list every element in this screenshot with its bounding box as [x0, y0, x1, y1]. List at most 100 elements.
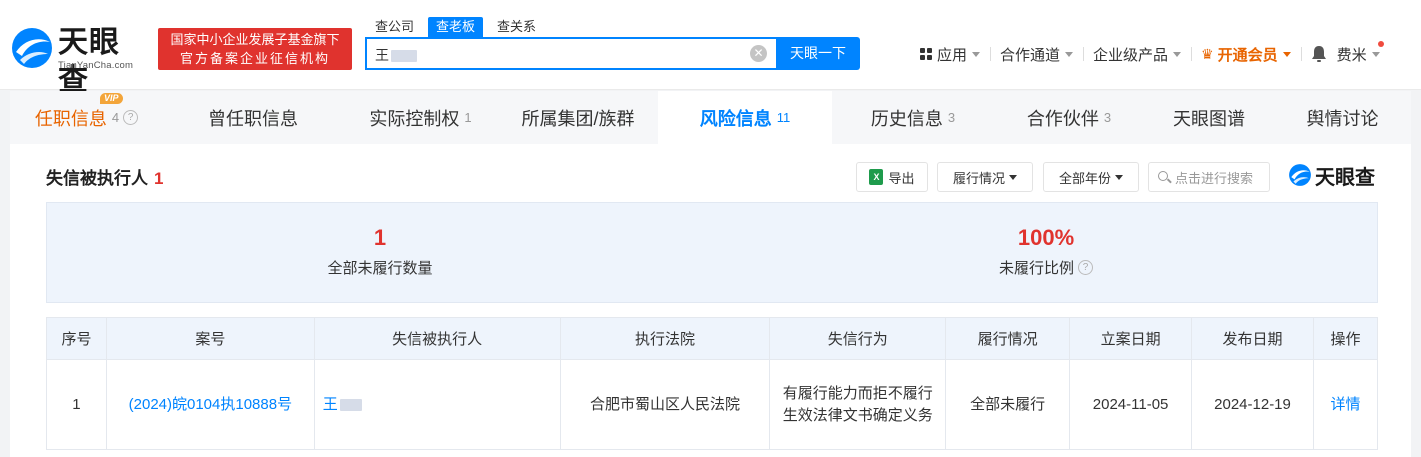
year-filter-label: 全部年份: [1058, 170, 1111, 186]
nav-notifications[interactable]: 费米: [1300, 41, 1390, 65]
section-title-text: 失信被执行人: [46, 169, 148, 188]
cell-status: 全部未履行: [945, 359, 1071, 450]
tab-label: 曾任职信息: [208, 108, 298, 129]
stat-label-text: 全部未履行数量: [327, 260, 433, 277]
nav-partner-label: 合作通道: [1000, 46, 1061, 64]
clear-icon[interactable]: ✕: [750, 45, 767, 62]
tab-label: 风险信息: [699, 108, 772, 129]
cell-court: 合肥市蜀山区人民法院: [559, 359, 771, 450]
tab-label: 合作伙伴: [1026, 108, 1099, 129]
help-icon[interactable]: ?: [1078, 260, 1093, 275]
case-number-link[interactable]: (2024)皖0104执10888号: [105, 359, 315, 450]
person-link[interactable]: 王: [313, 359, 561, 450]
year-filter-dropdown[interactable]: 全部年份: [1043, 162, 1139, 192]
tab-label: 任职信息: [34, 108, 107, 129]
notification-dot: [1377, 41, 1384, 47]
chevron-down-icon: [1282, 51, 1291, 57]
person-name: 王: [322, 395, 338, 413]
tab-count: 11: [776, 110, 791, 125]
search-icon: [1158, 171, 1168, 181]
tab-actual-control[interactable]: 实际控制权 1: [343, 91, 498, 144]
dishonest-table: 序号 案号 失信被执行人 执行法院 失信行为 履行情况 立案日期 发布日期 操作…: [46, 317, 1379, 450]
apps-grid-icon: [920, 48, 932, 60]
redacted-name-mark: [391, 50, 417, 63]
tab-positions[interactable]: VIP 任职信息 4?: [10, 91, 163, 144]
search-input-value: 王: [375, 47, 389, 63]
chevron-down-icon: [1173, 51, 1182, 57]
stat-value: 100%: [1017, 225, 1075, 250]
search-tab-boss[interactable]: 查老板: [428, 17, 484, 37]
tab-label: 舆情讨论: [1306, 108, 1379, 129]
chevron-down-icon: [972, 51, 981, 57]
chevron-down-icon: [1371, 51, 1380, 57]
tab-count: 4: [111, 110, 120, 125]
banner-line-2: 官方备案企业征信机构: [179, 51, 330, 66]
site-logo[interactable]: 天眼查 TianYanCha.com: [10, 24, 150, 98]
search-tab-relation[interactable]: 查关系: [489, 17, 544, 37]
tab-history[interactable]: 历史信息 3: [832, 91, 994, 144]
section-search-input[interactable]: [1175, 169, 1267, 187]
bell-icon: [1311, 46, 1326, 62]
table-row: 1 (2024)皖0104执10888号 王 合肥市蜀山区人民法院 有履行能力而…: [46, 359, 1379, 450]
brand-text: 天眼查: [1315, 164, 1375, 189]
nav-vip[interactable]: ♛ 开通会员: [1191, 44, 1301, 64]
col-behavior: 失信行为: [769, 317, 947, 360]
top-nav: 应用 合作通道 企业级产品 ♛ 开通会员 费米: [910, 41, 1390, 66]
nav-enterprise-label: 企业级产品: [1093, 46, 1169, 64]
cell-filed-date: 2024-11-05: [1069, 359, 1193, 450]
chevron-down-icon: [1065, 51, 1074, 57]
search-button[interactable]: 天眼一下: [776, 37, 860, 70]
crown-icon: ♛: [1201, 45, 1214, 62]
details-link[interactable]: 详情: [1312, 359, 1379, 450]
tab-count: 3: [947, 110, 956, 125]
export-button[interactable]: X 导出: [856, 162, 928, 192]
tab-partners[interactable]: 合作伙伴 3: [994, 91, 1144, 144]
section-count: 1: [154, 169, 164, 188]
search-tab-company[interactable]: 查公司: [367, 17, 422, 37]
stat-label-text: 未履行比例: [998, 260, 1074, 277]
tab-group[interactable]: 所属集团/族群: [498, 91, 658, 144]
col-publish-date: 发布日期: [1191, 317, 1314, 360]
col-filed-date: 立案日期: [1069, 317, 1193, 360]
person-tabs: VIP 任职信息 4? 曾任职信息 实际控制权 1 所属集团/族群 风险信息 11 历…: [10, 91, 1411, 144]
tab-former-positions[interactable]: 曾任职信息: [163, 91, 343, 144]
nav-vip-label: 开通会员: [1217, 46, 1278, 64]
status-filter-label: 履行情况: [952, 170, 1005, 186]
col-case-no: 案号: [105, 317, 315, 360]
search-box: 王 ✕: [365, 37, 776, 70]
tab-risk-info[interactable]: 风险信息 11: [658, 91, 832, 144]
tab-label: 所属集团/族群: [521, 108, 635, 129]
table-header-row: 序号 案号 失信被执行人 执行法院 失信行为 履行情况 立案日期 发布日期 操作: [46, 317, 1379, 360]
banner-line-1: 国家中小企业发展子基金旗下: [170, 32, 340, 47]
stat-label: 未履行比例?: [713, 257, 1379, 278]
stat-unfulfilled-count: 1 全部未履行数量: [47, 203, 713, 304]
tab-graph[interactable]: 天眼图谱: [1144, 91, 1274, 144]
brand-watermark: 天眼查: [1288, 162, 1375, 189]
stats-panel: 1 全部未履行数量 100% 未履行比例?: [46, 202, 1378, 303]
nav-partner[interactable]: 合作通道: [990, 44, 1083, 64]
status-filter-dropdown[interactable]: 履行情况: [937, 162, 1033, 192]
tianyancha-logo-icon: [1289, 164, 1311, 186]
tab-label: 天眼图谱: [1173, 108, 1245, 129]
official-banner: 国家中小企业发展子基金旗下 官方备案企业征信机构: [158, 28, 352, 70]
tab-sentiment[interactable]: 舆情讨论: [1274, 91, 1411, 144]
help-icon[interactable]: ?: [123, 110, 139, 125]
stat-value: 1: [373, 225, 387, 250]
stat-label: 全部未履行数量: [47, 257, 713, 278]
search-type-tabs: 查公司 查老板 查关系: [367, 17, 550, 37]
nav-enterprise[interactable]: 企业级产品: [1083, 44, 1191, 64]
tab-label: 历史信息: [870, 108, 943, 129]
vip-badge: VIP: [100, 93, 123, 104]
tab-label: 实际控制权: [369, 108, 460, 129]
tianyancha-logo-icon: [12, 28, 52, 68]
tab-count: 3: [1103, 110, 1112, 125]
section-title: 失信被执行人 1: [46, 164, 163, 189]
user-name[interactable]: 费米: [1337, 44, 1367, 65]
nav-apps[interactable]: 应用: [910, 44, 990, 64]
col-person: 失信被执行人: [313, 317, 561, 360]
cell-behavior: 有履行能力而拒不履行生效法律文书确定义务: [769, 359, 947, 450]
excel-icon: X: [869, 169, 884, 185]
logo-domain: TianYanCha.com: [58, 60, 134, 71]
search-input[interactable]: 王: [375, 45, 735, 63]
export-label: 导出: [888, 170, 915, 186]
